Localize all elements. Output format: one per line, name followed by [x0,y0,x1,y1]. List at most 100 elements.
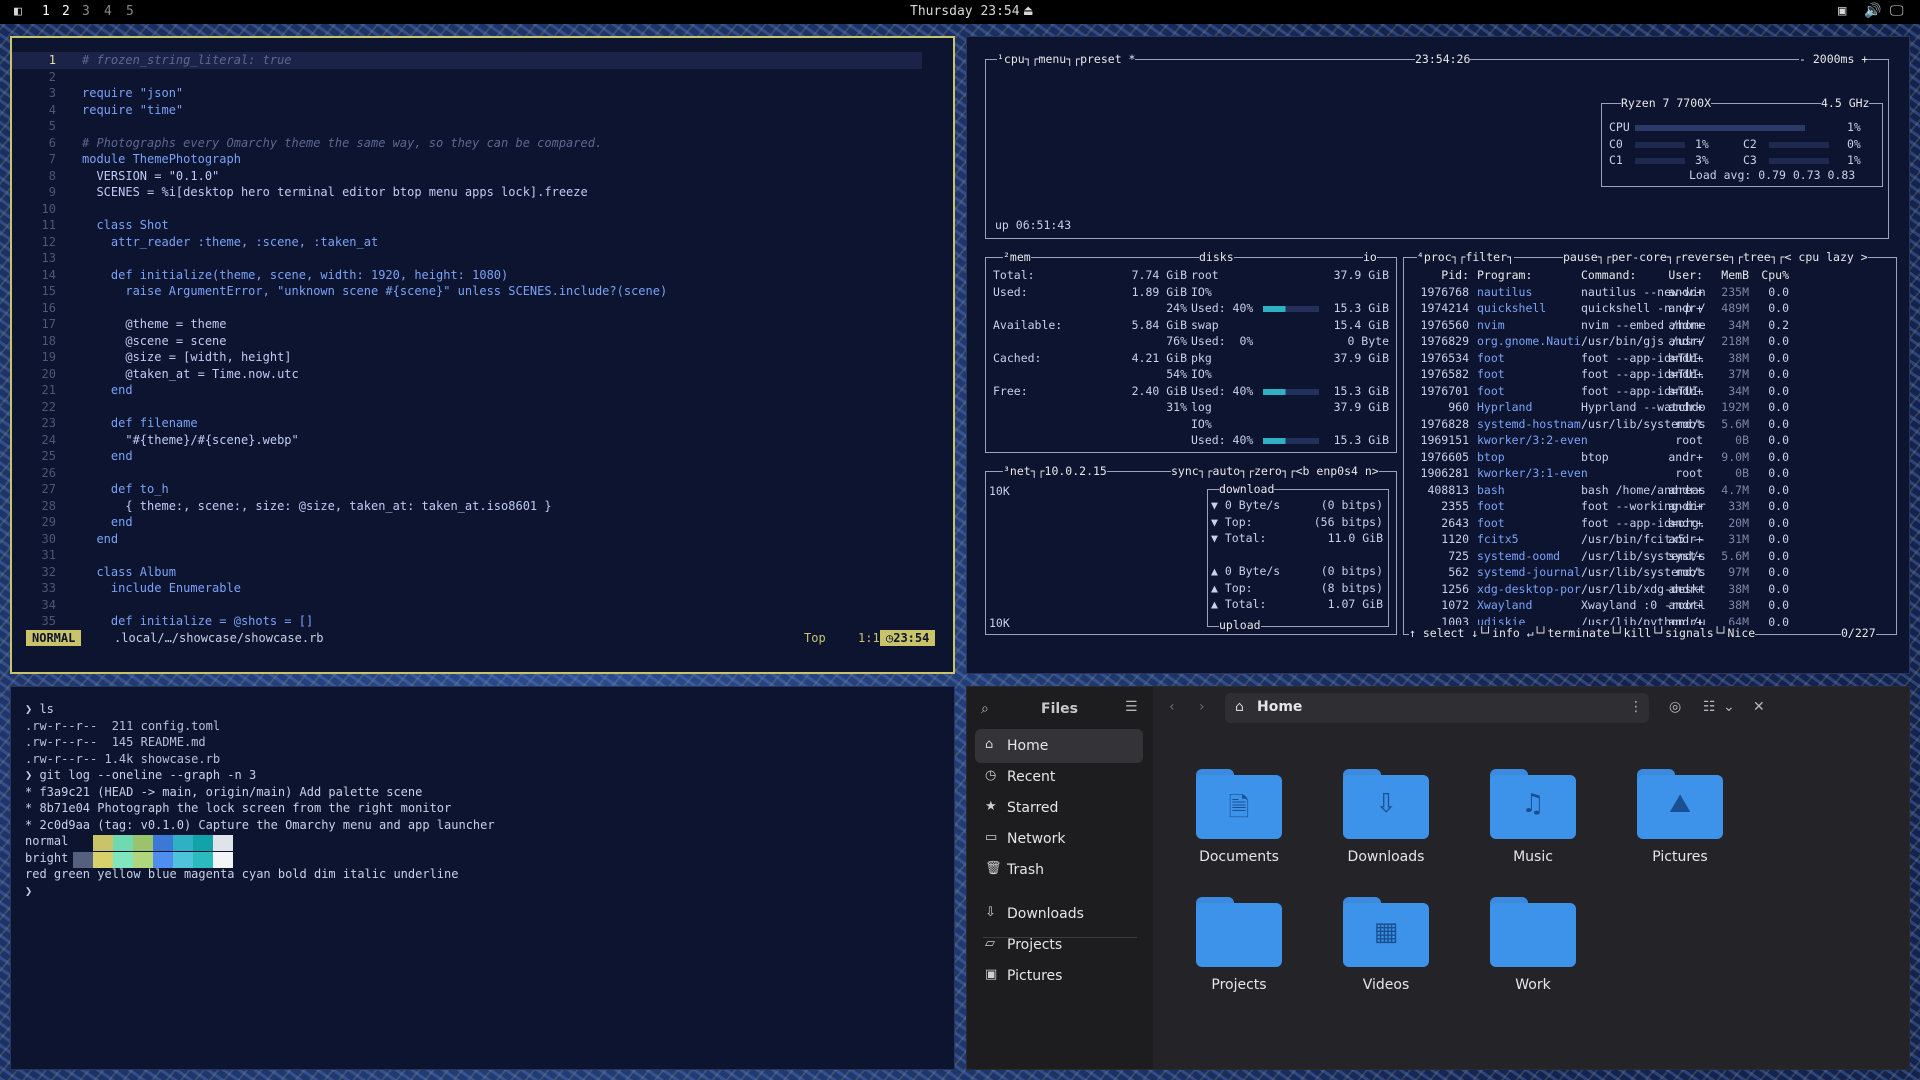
code-line[interactable]: 5 [12,118,922,135]
workspace-5[interactable]: 5 [126,4,134,19]
folder-label[interactable]: Music [1463,849,1603,865]
code-line[interactable]: 29 end [12,514,922,531]
idle-icon[interactable]: ⏏ [1024,3,1032,19]
code-line[interactable]: 24 "#{theme}/#{scene}.webp" [12,432,922,449]
code-line[interactable]: 22 [12,399,922,416]
clock[interactable]: Thursday 23:54 [910,4,1020,19]
view-options-icon[interactable]: ⌄ [1723,699,1735,715]
code-line[interactable]: 9 SCENES = %i[desktop hero terminal edit… [12,184,922,201]
path-bar[interactable]: ⌂ Home ⋮ [1225,693,1649,723]
code-line[interactable]: 7 module ThemePhotograph [12,151,922,168]
code-line[interactable]: 3 require "json" [12,85,922,102]
folder-work[interactable] [1490,897,1576,967]
code-line[interactable]: 21 end [12,382,922,399]
view-list-icon[interactable]: ☷ [1703,699,1716,715]
code-line[interactable]: 33 include Enumerable [12,580,922,597]
main-menu-icon[interactable]: ☰ [1125,699,1138,715]
folder-label[interactable]: Pictures [1610,849,1750,865]
workspace-4[interactable]: 4 [104,4,112,19]
code-buffer[interactable]: 1 # frozen_string_literal: true 2 3 require … [12,52,922,630]
workspace-1[interactable]: 1 [42,4,50,19]
code-line[interactable]: 32 class Album [12,564,922,581]
proc-header[interactable]: Cpu% [1757,267,1789,284]
code-line[interactable]: 31 [12,547,922,564]
folder-label[interactable]: Downloads [1316,849,1456,865]
sidebar-item-recent[interactable]: ◷ Recent [975,760,1143,794]
display-icon[interactable]: 🖵 [1890,3,1904,19]
folder-label[interactable]: Projects [1169,977,1309,993]
sidebar-search-icon[interactable]: ⌕ [981,701,989,717]
sidebar-item-pictures[interactable]: ▣ Pictures [975,959,1143,993]
neovim-editor[interactable]: 1 # frozen_string_literal: true 2 3 require … [10,36,955,674]
close-icon[interactable]: ✕ [1753,699,1765,715]
net-options[interactable]: sync┐┌auto┐┌zero┐┌<b enp0s4 n> [1171,463,1379,480]
disks-title[interactable]: disks [1199,249,1234,266]
folder-videos[interactable]: ▦ [1343,897,1429,967]
code-line[interactable]: 15 raise ArgumentError, "unknown scene #… [12,283,922,300]
back-icon[interactable]: ‹ [1169,699,1175,715]
code-line[interactable]: 23 def filename [12,415,922,432]
folder-label[interactable]: Videos [1316,977,1456,993]
screen-record-icon[interactable]: ▣ [1838,3,1846,19]
net-title[interactable]: ³net┐┌10.0.2.15 [1003,463,1107,480]
code-line[interactable]: 18 @scene = scene [12,333,922,350]
proc-header[interactable]: User: [1667,267,1703,284]
code-line[interactable]: 1 # frozen_string_literal: true [12,52,922,69]
forward-icon[interactable]: › [1199,699,1205,715]
btop-monitor[interactable]: ¹cpu┐┌menu┐┌preset * 23:54:26 - 2000ms +… [966,36,1910,674]
code-line[interactable]: 19 @size = [width, height] [12,349,922,366]
folder-label[interactable]: Documents [1169,849,1309,865]
proc-footer[interactable]: ↑ select ↓└┘info ↵└┘terminate└┘kill└┘sig… [1409,625,1756,642]
sidebar-item-downloads[interactable]: ⇩ Downloads [975,897,1143,931]
code-line[interactable]: 28 { theme:, scene:, size: @size, taken_… [12,498,922,515]
sidebar-item-network[interactable]: ▭ Network [975,822,1143,856]
path-menu-icon[interactable]: ⋮ [1629,699,1643,715]
code-line[interactable]: 14 def initialize(theme, scene, width: 1… [12,267,922,284]
proc-header[interactable]: MemB [1709,267,1749,284]
terminal[interactable]: ❯ ls .rw-r--r-- 211 config.toml .rw-r--r--… [10,686,955,1070]
sidebar-item-starred[interactable]: ★ Starred [975,791,1143,825]
code-line[interactable]: 13 [12,250,922,267]
workspace-3[interactable]: 3 [82,4,90,19]
code-line[interactable]: 20 @taken_at = Time.now.utc [12,366,922,383]
code-line[interactable]: 6 # Photographs every Omarchy theme the s… [12,135,922,152]
folder-music[interactable]: ♫ [1490,769,1576,839]
mem-title[interactable]: ²mem [1003,249,1031,266]
files-window[interactable]: ⌕ Files ☰ ⌂ Home ◷ Recent ★ Starred ▭ Network 🗑 T… [966,686,1910,1070]
folder-pictures[interactable]: ⛰ [1637,769,1723,839]
folder-documents[interactable]: 🗎 [1196,769,1282,839]
code-line[interactable]: 34 [12,597,922,614]
screenshot-icon[interactable]: ◎ [1669,699,1681,715]
code-line[interactable]: 17 @theme = theme [12,316,922,333]
sidebar-item-trash[interactable]: 🗑 Trash [975,853,1143,887]
proc-header[interactable]: Command: [1581,267,1636,284]
code-line[interactable]: 4 require "time" [12,102,922,119]
update-interval[interactable]: - 2000ms + [1799,51,1869,68]
cpu-tabs[interactable]: ¹cpu┐┌menu┐┌preset * [997,51,1136,68]
code-line[interactable]: 35 def initialize = @shots = [] [12,613,922,630]
workspace-2[interactable]: 2 [62,4,70,19]
proc-title[interactable]: ⁴proc┐┌filter┐ [1417,249,1514,266]
io-toggle[interactable]: io [1363,249,1377,266]
proc-header[interactable]: Program: [1477,267,1532,284]
folder-downloads[interactable]: ⇩ [1343,769,1429,839]
code-line[interactable]: 8 VERSION = "0.1.0" [12,168,922,185]
code-line[interactable]: 16 [12,300,922,317]
proc-header[interactable]: Pid: [1413,267,1469,284]
folder-projects[interactable] [1196,897,1282,967]
folder-label[interactable]: Work [1463,977,1603,993]
code-line[interactable]: 25 end [12,448,922,465]
code-line[interactable]: 27 def to_h [12,481,922,498]
code-line[interactable]: 26 [12,465,922,482]
proc-options[interactable]: pause┐┌per-core┐┌reverse┐┌tree┐┌< cpu la… [1563,249,1868,266]
code-line[interactable]: 11 class Shot [12,217,922,234]
code-line[interactable]: 10 [12,201,922,218]
sidebar-item-projects[interactable]: ▱ Projects [975,928,1143,962]
volume-icon[interactable]: 🔊 [1864,3,1881,19]
code-line[interactable]: 2 [12,69,922,86]
code-line[interactable]: 12 attr_reader :theme, :scene, :taken_at [12,234,922,251]
omarchy-logo-icon[interactable]: ◧ [14,4,22,19]
code-text: end [82,515,133,529]
code-line[interactable]: 30 end [12,531,922,548]
sidebar-item-home[interactable]: ⌂ Home [975,729,1143,763]
